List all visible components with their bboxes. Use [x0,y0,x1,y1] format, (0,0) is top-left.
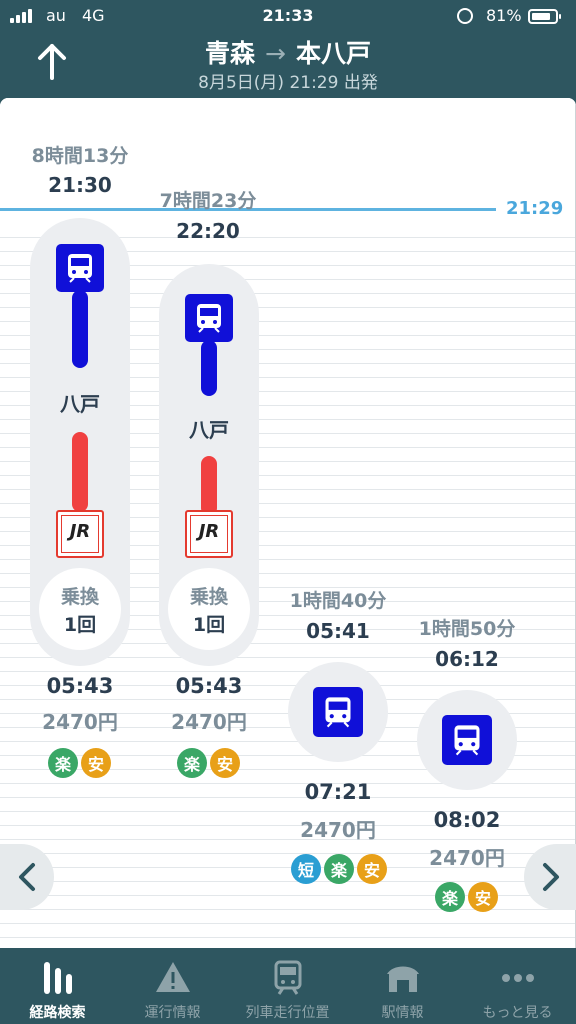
train-icon [185,294,233,342]
tab-service-info[interactable]: 運行情報 [115,948,230,1024]
route-title: 青森 → 本八戸 [0,34,576,70]
tag-cheap: 安 [81,748,111,778]
more-icon [501,974,534,982]
route-1-transfer-badge: 乗換 1回 [39,568,121,650]
route-2-transfer-badge: 乗換 1回 [168,568,250,650]
route-1-transfer-station: 八戸 [60,392,100,416]
route-2-tags: 楽 安 [177,748,240,778]
battery-percent: 81% [486,6,522,25]
route-timeline-panel: 21:29 8時間13分 21:30 八戸 JR 乗換 1回 05:43 247… [0,98,576,948]
route-2-card[interactable]: 八戸 JR 乗換 1回 [159,264,259,666]
train-icon [442,715,492,765]
route-search-icon [43,962,72,994]
destination-station: 本八戸 [295,39,371,68]
search-datetime: 8月5日(月) 21:29 出発 [198,73,378,93]
route-1-tags: 楽 安 [48,748,111,778]
jr-logo-icon: JR [56,510,104,558]
tag-cheap: 安 [468,882,498,912]
tag-cheap: 安 [210,748,240,778]
route-arrow: → [265,39,286,68]
route-4-arrive: 08:02 [433,808,501,832]
route-4-fare: 2470円 [429,846,505,870]
route-2-arrive: 05:43 [175,674,243,698]
route-3-tags: 短 楽 安 [291,854,387,884]
route-2-duration: 7時間23分 [159,190,257,212]
route-2-depart: 22:20 [176,219,240,243]
current-time-label: 21:29 [506,198,564,219]
tab-more[interactable]: もっと見る [460,948,575,1024]
route-4-tags: 楽 安 [435,882,498,912]
tag-comfort: 楽 [324,854,354,884]
status-bar: au 4G 21:33 81% [0,0,576,34]
tag-cheap: 安 [357,854,387,884]
station-icon [386,966,419,992]
tab-route-search[interactable]: 経路検索 [0,948,115,1024]
route-1-card[interactable]: 八戸 JR 乗換 1回 [30,218,130,666]
route-4-card[interactable] [417,690,517,790]
route-4-depart: 06:12 [435,647,499,671]
chevron-left-icon [19,863,35,891]
route-1-duration: 8時間13分 [31,145,129,167]
tab-train-position[interactable]: 列車走行位置 [230,948,345,1024]
warning-icon [155,962,190,992]
battery-icon [528,9,561,24]
tag-short: 短 [291,854,321,884]
route-4-duration: 1時間50分 [418,618,516,640]
tab-station-info[interactable]: 駅情報 [345,948,460,1024]
bottom-tab-bar: 経路検索 運行情報 列車走行位置 駅情報 もっと見る [0,948,576,1024]
origin-station: 青森 [205,39,256,68]
tag-comfort: 楽 [435,882,465,912]
route-3-card[interactable] [288,662,388,762]
train-position-icon [274,960,301,995]
jr-logo-icon: JR [185,510,233,558]
tag-comfort: 楽 [177,748,207,778]
train-icon [313,687,363,737]
route-2-fare: 2470円 [171,710,247,734]
route-3-duration: 1時間40分 [289,590,387,612]
chevron-right-icon [543,863,559,891]
route-2-transfer-station: 八戸 [189,418,229,442]
rotation-lock-icon [457,8,473,24]
tag-comfort: 楽 [48,748,78,778]
train-icon [56,244,104,292]
route-3-arrive: 07:21 [304,780,372,804]
